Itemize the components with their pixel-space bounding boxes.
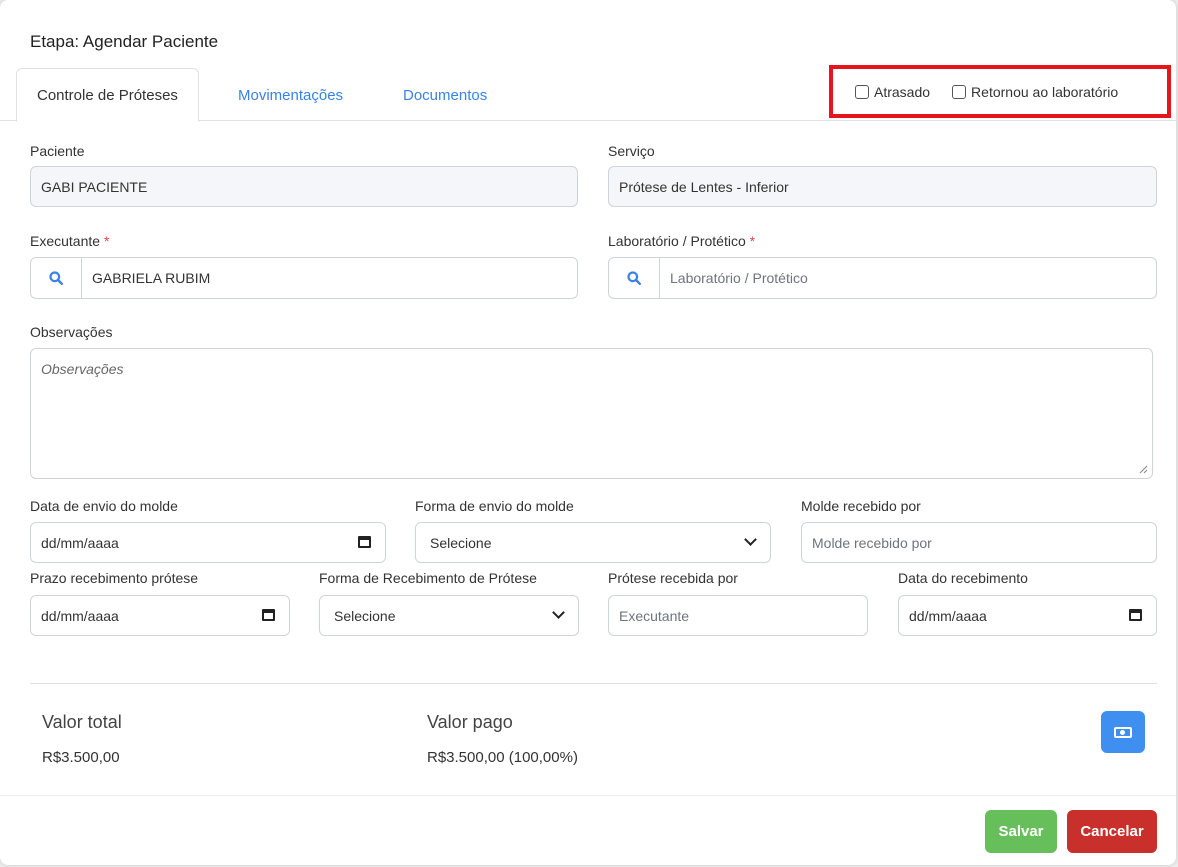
laboratorio-input[interactable]: Laboratório / Protético xyxy=(660,257,1157,299)
required-mark: * xyxy=(749,233,756,249)
forma-envio-select[interactable]: Selecione xyxy=(415,522,771,563)
forma-recebimento-select[interactable]: Selecione xyxy=(319,595,579,636)
observacoes-placeholder: Observações xyxy=(41,361,124,377)
data-recebimento-value: dd/mm/aaaa xyxy=(909,607,987,624)
executante-label: Executante * xyxy=(30,233,109,249)
section-divider xyxy=(30,683,1157,684)
atrasado-checkbox-box[interactable] xyxy=(855,84,869,99)
resize-handle-icon[interactable] xyxy=(1139,465,1148,474)
observacoes-label: Observações xyxy=(30,324,113,340)
observacoes-textarea[interactable]: Observações xyxy=(30,348,1153,479)
tab-movimentacoes[interactable]: Movimentações xyxy=(218,68,363,122)
data-envio-label: Data de envio do molde xyxy=(30,498,178,514)
retornou-laboratorio-checkbox[interactable]: Retornou ao laboratório xyxy=(952,84,1118,100)
footer-divider xyxy=(0,795,1176,796)
servico-field[interactable]: Prótese de Lentes - Inferior xyxy=(608,166,1157,207)
status-flags-box: Atrasado Retornou ao laboratório xyxy=(829,65,1171,118)
retornou-checkbox-box[interactable] xyxy=(952,84,967,99)
search-icon xyxy=(627,271,641,285)
laboratorio-label-text: Laboratório / Protético xyxy=(608,233,746,249)
servico-label: Serviço xyxy=(608,143,655,159)
required-mark: * xyxy=(103,233,110,249)
chevron-down-icon xyxy=(744,533,757,546)
prazo-recebimento-label: Prazo recebimento prótese xyxy=(30,570,199,586)
paciente-field[interactable]: GABI PACIENTE xyxy=(30,166,578,207)
executante-search-button[interactable] xyxy=(30,257,82,299)
atrasado-label: Atrasado xyxy=(874,83,931,100)
laboratorio-input-group: Laboratório / Protético xyxy=(608,257,1157,299)
valor-pago-label: Valor pago xyxy=(427,712,513,732)
molde-recebido-label: Molde recebido por xyxy=(801,498,921,514)
forma-envio-label: Forma de envio do molde xyxy=(415,498,574,514)
valor-total-label: Valor total xyxy=(42,712,122,732)
search-icon xyxy=(49,271,63,285)
molde-recebido-input[interactable]: Molde recebido por xyxy=(801,522,1157,563)
protese-recebida-label: Prótese recebida por xyxy=(608,570,738,586)
forma-envio-value: Selecione xyxy=(430,534,492,551)
modal-dialog: Etapa: Agendar Paciente Controle de Prót… xyxy=(0,0,1176,865)
data-recebimento-label: Data do recebimento xyxy=(898,570,1028,586)
modal-title: Etapa: Agendar Paciente xyxy=(30,32,219,51)
cancel-button[interactable]: Cancelar xyxy=(1067,810,1157,853)
chevron-down-icon xyxy=(552,606,565,619)
prazo-recebimento-input[interactable]: dd/mm/aaaa xyxy=(30,595,290,636)
save-button[interactable]: Salvar xyxy=(985,810,1057,853)
data-recebimento-input[interactable]: dd/mm/aaaa xyxy=(898,595,1157,636)
valor-pago-value: R$3.500,00 (100,00%) xyxy=(427,749,578,766)
money-bill-icon xyxy=(1114,726,1132,738)
valor-total-value: R$3.500,00 xyxy=(42,749,120,766)
laboratorio-search-button[interactable] xyxy=(608,257,660,299)
prazo-recebimento-value: dd/mm/aaaa xyxy=(41,607,119,624)
data-envio-value: dd/mm/aaaa xyxy=(41,534,119,551)
executante-input-group: GABRIELA RUBIM xyxy=(30,257,578,299)
retornou-label: Retornou ao laboratório xyxy=(971,83,1119,100)
calendar-icon[interactable] xyxy=(1129,609,1142,621)
calendar-icon[interactable] xyxy=(262,609,275,621)
payment-button[interactable] xyxy=(1101,711,1145,753)
atrasado-checkbox[interactable]: Atrasado xyxy=(855,84,930,100)
tab-controle-proteses[interactable]: Controle de Próteses xyxy=(16,68,199,122)
data-envio-input[interactable]: dd/mm/aaaa xyxy=(30,522,386,563)
laboratorio-label: Laboratório / Protético * xyxy=(608,233,755,249)
forma-recebimento-value: Selecione xyxy=(334,607,396,624)
forma-recebimento-label: Forma de Recebimento de Prótese xyxy=(319,570,537,586)
executante-input[interactable]: GABRIELA RUBIM xyxy=(82,257,578,299)
protese-recebida-input[interactable]: Executante xyxy=(608,595,868,636)
paciente-label: Paciente xyxy=(30,143,85,159)
executante-label-text: Executante xyxy=(30,233,101,249)
calendar-icon[interactable] xyxy=(358,536,371,548)
tab-documentos[interactable]: Documentos xyxy=(383,68,507,122)
